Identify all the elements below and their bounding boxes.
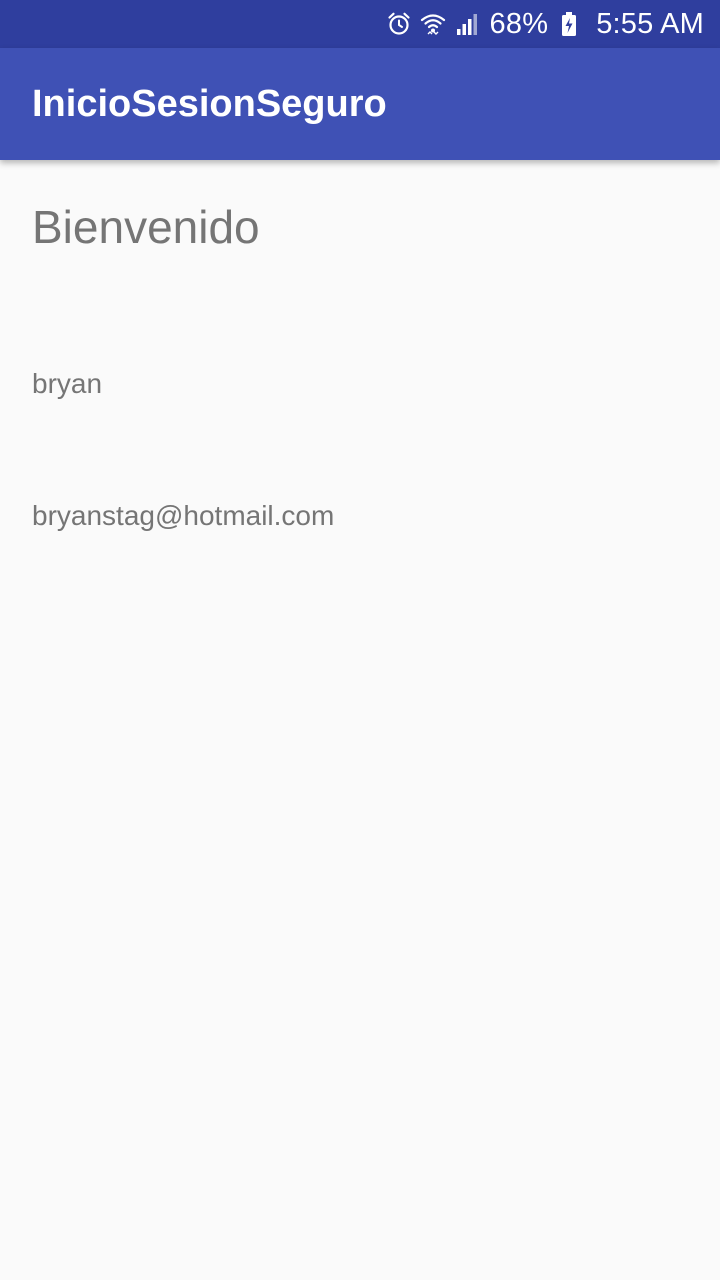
- app-title: InicioSesionSeguro: [32, 83, 387, 125]
- cell-signal-icon: [454, 11, 480, 37]
- clock: 5:55 AM: [596, 8, 704, 40]
- alarm-icon: [386, 11, 412, 37]
- battery-charging-icon: [556, 11, 582, 37]
- status-bar: 68% 5:55 AM: [0, 0, 720, 48]
- battery-percent: 68%: [489, 8, 549, 40]
- wifi-icon: [420, 11, 446, 37]
- welcome-heading: Bienvenido: [32, 201, 260, 253]
- status-icons: 68% 5:55 AM: [386, 0, 704, 48]
- username-text: bryan: [32, 368, 103, 399]
- app-bar: InicioSesionSeguro: [0, 48, 720, 160]
- main-content: Bienvenido bryan bryanstag@hotmail.com: [0, 160, 720, 1280]
- email-text: bryanstag@hotmail.com: [32, 500, 335, 531]
